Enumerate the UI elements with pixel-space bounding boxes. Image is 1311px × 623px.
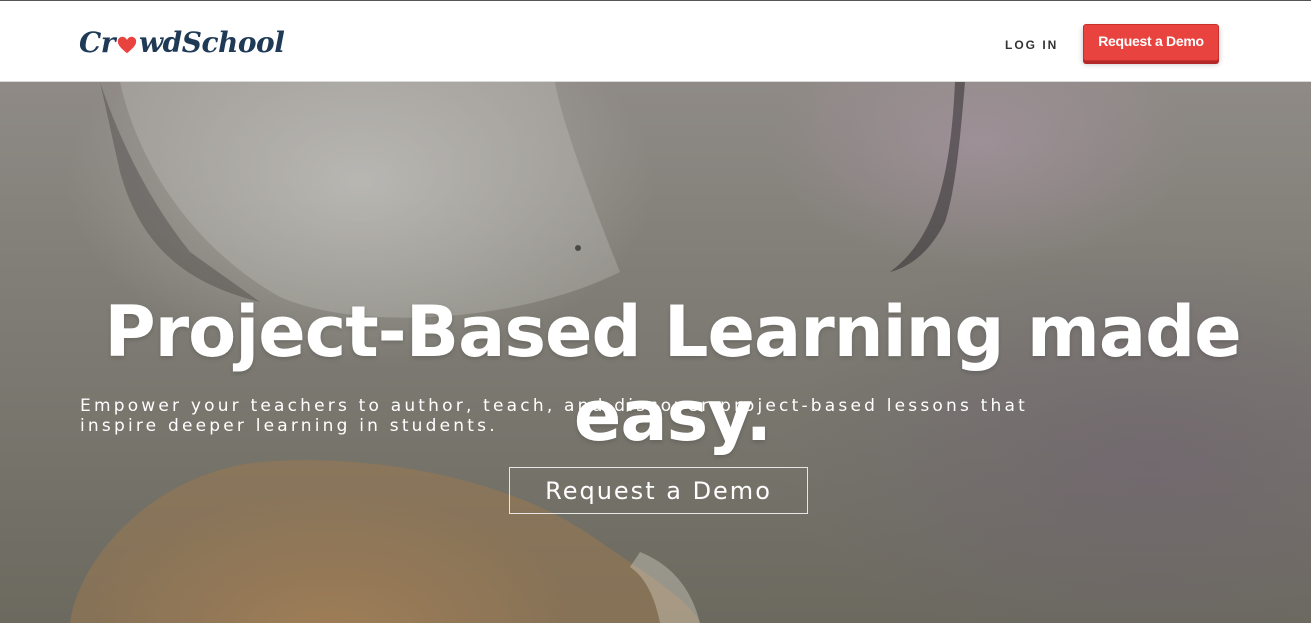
heart-icon	[117, 36, 137, 54]
logo-text-start: Cr	[79, 26, 116, 59]
logo-text-end: wdSchool	[139, 26, 285, 59]
top-navbar: Cr wdSchool LOG IN Request a Demo	[0, 0, 1311, 82]
crowdschool-logo[interactable]: Cr wdSchool	[79, 23, 285, 63]
hero-section: Project-Based Learning made easy. Empowe…	[0, 82, 1311, 623]
login-link[interactable]: LOG IN	[1005, 37, 1058, 53]
request-demo-button[interactable]: Request a Demo	[1083, 24, 1219, 61]
hero-request-demo-button[interactable]: Request a Demo	[509, 467, 808, 514]
hero-subtitle: Empower your teachers to author, teach, …	[80, 396, 1028, 436]
